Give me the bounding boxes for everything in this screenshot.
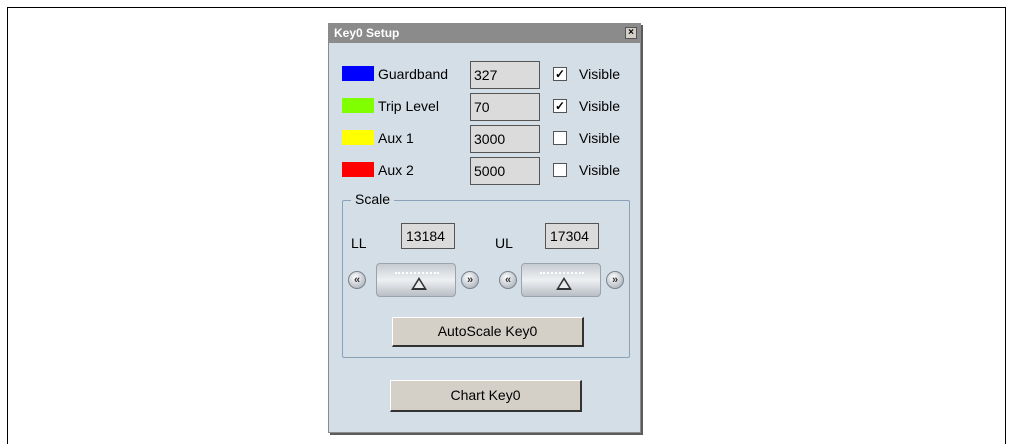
ul-slider[interactable] — [521, 263, 601, 297]
slider-ticks — [540, 272, 584, 274]
aux2-label: Aux 2 — [378, 162, 414, 178]
trip-level-value-input[interactable] — [470, 93, 540, 121]
aux1-visible-label: Visible — [579, 130, 620, 146]
aux2-visible-label: Visible — [579, 162, 620, 178]
double-right-arrow-icon: » — [611, 274, 619, 286]
ul-value-input[interactable] — [545, 223, 599, 249]
guardband-visible-label: Visible — [579, 66, 620, 82]
ll-value-input[interactable] — [401, 223, 455, 249]
ul-slider-thumb[interactable] — [556, 277, 572, 290]
checkmark-icon: ✓ — [554, 99, 566, 113]
scale-group-title: Scale — [351, 191, 395, 207]
double-right-arrow-icon: » — [466, 274, 474, 286]
trip-level-label: Trip Level — [378, 98, 439, 114]
trip-level-visible-label: Visible — [579, 98, 620, 114]
ll-slider-thumb[interactable] — [411, 277, 427, 290]
ul-decrease-button[interactable]: « — [499, 271, 517, 289]
close-icon: × — [628, 27, 634, 38]
aux1-label: Aux 1 — [378, 130, 414, 146]
guardband-value-input[interactable] — [470, 61, 540, 89]
slider-ticks — [395, 272, 439, 274]
trip-level-visible-checkbox[interactable]: ✓ — [553, 99, 567, 113]
double-left-arrow-icon: « — [353, 274, 361, 286]
aux1-color-swatch — [342, 130, 374, 145]
aux2-value-input[interactable] — [470, 157, 540, 185]
ul-increase-button[interactable]: » — [606, 271, 624, 289]
double-left-arrow-icon: « — [504, 274, 512, 286]
ll-label: LL — [351, 235, 367, 251]
ul-label: UL — [495, 235, 513, 251]
guardband-color-swatch — [342, 66, 374, 81]
chart-key0-button[interactable]: Chart Key0 — [390, 380, 582, 412]
guardband-visible-checkbox[interactable]: ✓ — [553, 67, 567, 81]
guardband-label: Guardband — [378, 66, 449, 82]
ll-slider[interactable] — [376, 263, 456, 297]
aux2-visible-checkbox[interactable] — [553, 163, 567, 177]
aux2-color-swatch — [342, 162, 374, 177]
checkmark-icon: ✓ — [554, 67, 566, 81]
close-button[interactable]: × — [625, 27, 637, 39]
aux1-value-input[interactable] — [470, 125, 540, 153]
ll-increase-button[interactable]: » — [461, 271, 479, 289]
scale-group: Scale LL UL « » « » AutoScale Key0 — [342, 191, 630, 358]
aux1-visible-checkbox[interactable] — [553, 131, 567, 145]
trip-level-color-swatch — [342, 98, 374, 113]
dialog-titlebar[interactable]: Key0 Setup × — [329, 24, 640, 43]
autoscale-button[interactable]: AutoScale Key0 — [392, 317, 584, 347]
key0-setup-dialog: Key0 Setup × Guardband ✓ Visible Trip Le… — [328, 23, 641, 433]
ll-decrease-button[interactable]: « — [348, 271, 366, 289]
dialog-title: Key0 Setup — [334, 26, 400, 40]
